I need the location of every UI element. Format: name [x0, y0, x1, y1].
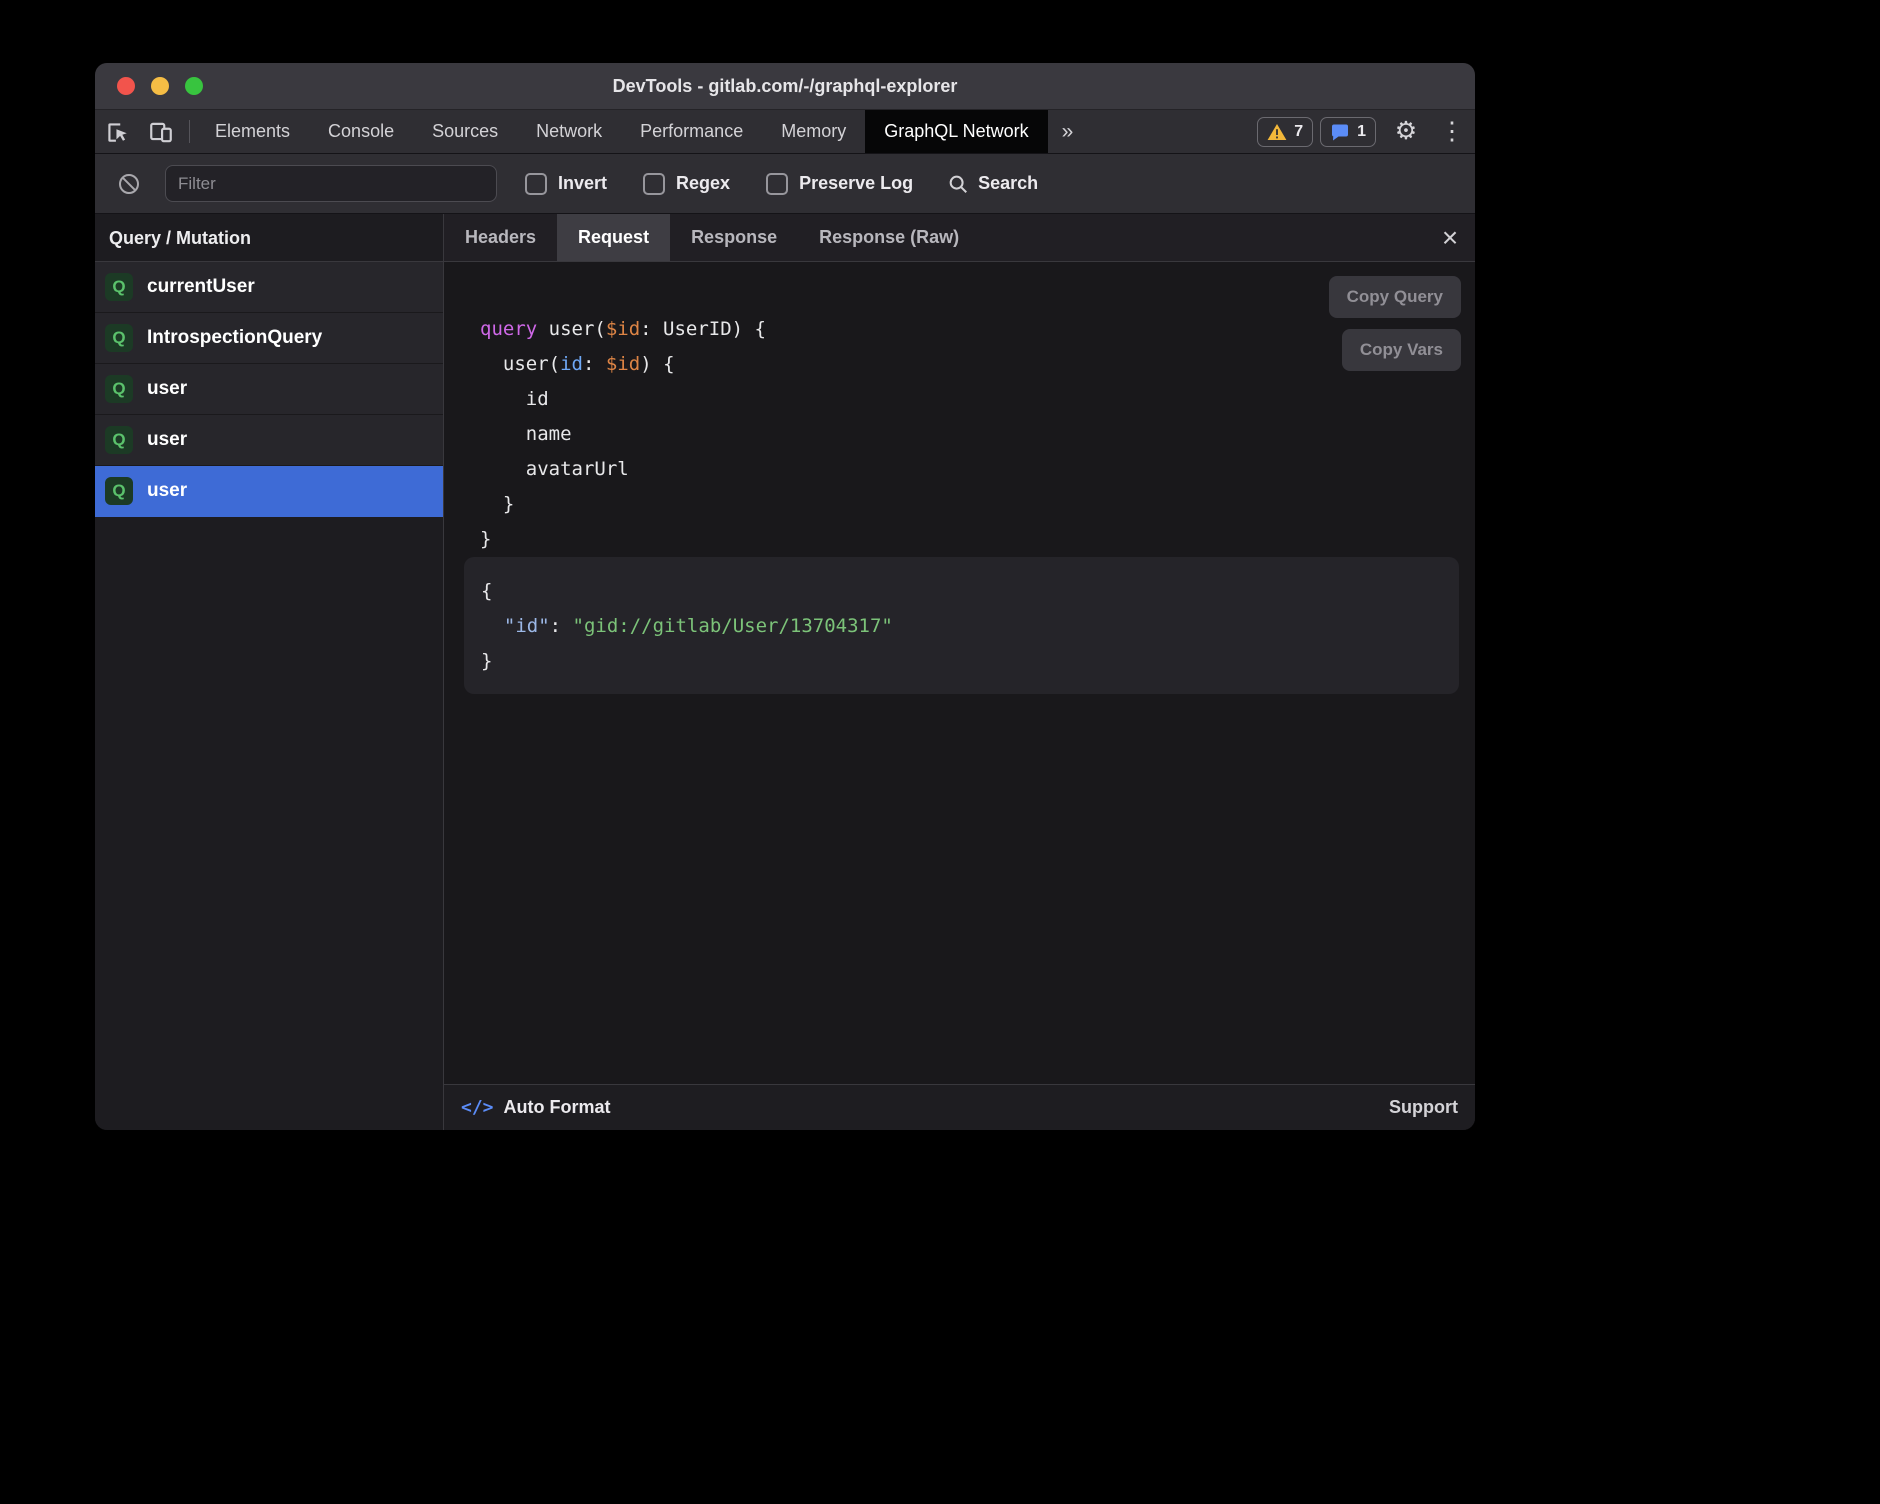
detail-tabbar: HeadersRequestResponseResponse (Raw) ×	[444, 214, 1475, 262]
warning-count: 7	[1294, 123, 1303, 141]
auto-format-label: Auto Format	[504, 1097, 611, 1118]
request-list-item[interactable]: Quser	[95, 466, 443, 517]
devtools-window: DevTools - gitlab.com/-/graphql-explorer…	[95, 63, 1475, 1130]
checkbox-label: Preserve Log	[799, 173, 913, 194]
request-list-item[interactable]: Quser	[95, 364, 443, 415]
main-tab-memory[interactable]: Memory	[762, 110, 865, 153]
main-tab-console[interactable]: Console	[309, 110, 413, 153]
titlebar: DevTools - gitlab.com/-/graphql-explorer	[95, 63, 1475, 110]
code-icon: </>	[461, 1097, 494, 1118]
request-label: user	[147, 429, 187, 451]
request-list: QcurrentUserQIntrospectionQueryQuserQuse…	[95, 262, 443, 517]
settings-gear-icon[interactable]: ⚙	[1383, 110, 1429, 153]
checkbox-preserve-log[interactable]: Preserve Log	[766, 173, 913, 195]
code-line: }	[480, 522, 1475, 557]
detail-tab-request[interactable]: Request	[557, 214, 670, 261]
code-line: avatarUrl	[480, 452, 1475, 487]
panel-split: Query / Mutation QcurrentUserQIntrospect…	[95, 214, 1475, 1130]
devtools-tabbar: ElementsConsoleSourcesNetworkPerformance…	[95, 110, 1475, 154]
auto-format-button[interactable]: </> Auto Format	[461, 1097, 611, 1118]
detail-tab-response-raw[interactable]: Response (Raw)	[798, 214, 980, 261]
query-type-badge: Q	[105, 324, 133, 352]
checkbox-invert[interactable]: Invert	[525, 173, 607, 195]
filter-options: Invert Regex Preserve Log	[525, 173, 913, 195]
code-line: name	[480, 417, 1475, 452]
detail-footer: </> Auto Format Support	[444, 1084, 1475, 1130]
checkbox-box-regex[interactable]	[643, 173, 665, 195]
checkbox-box-invert[interactable]	[525, 173, 547, 195]
main-tab-network[interactable]: Network	[517, 110, 621, 153]
code-line: "id": "gid://gitlab/User/13704317"	[481, 609, 1442, 644]
sidebar-header: Query / Mutation	[95, 214, 443, 262]
detail-panel: HeadersRequestResponseResponse (Raw) × C…	[444, 214, 1475, 1130]
search-icon	[947, 173, 969, 195]
checkbox-label: Invert	[558, 173, 607, 194]
request-list-item[interactable]: Quser	[95, 415, 443, 466]
code-line: user(id: $id) {	[480, 347, 1475, 382]
copy-query-button[interactable]: Copy Query	[1329, 276, 1461, 318]
checkbox-box-preserve-log[interactable]	[766, 173, 788, 195]
copy-vars-button[interactable]: Copy Vars	[1342, 329, 1461, 371]
warnings-badge[interactable]: 7	[1257, 117, 1313, 147]
detail-tabs: HeadersRequestResponseResponse (Raw)	[444, 214, 980, 261]
query-type-badge: Q	[105, 375, 133, 403]
code-line: {	[481, 574, 1442, 609]
main-tab-elements[interactable]: Elements	[196, 110, 309, 153]
copy-buttons: Copy Query Copy Vars	[1329, 276, 1461, 371]
support-link[interactable]: Support	[1389, 1097, 1458, 1118]
request-label: user	[147, 378, 187, 400]
detail-tab-response[interactable]: Response	[670, 214, 798, 261]
code-line: }	[480, 487, 1475, 522]
main-tab-performance[interactable]: Performance	[621, 110, 762, 153]
warning-icon	[1267, 123, 1287, 141]
network-filterbar: Invert Regex Preserve Log Search	[95, 154, 1475, 214]
traffic-lights	[117, 77, 203, 95]
issue-count: 1	[1357, 123, 1366, 141]
request-label: IntrospectionQuery	[147, 327, 322, 349]
query-type-badge: Q	[105, 477, 133, 505]
detail-tab-headers[interactable]: Headers	[444, 214, 557, 261]
minimize-window-button[interactable]	[151, 77, 169, 95]
close-detail-button[interactable]: ×	[1425, 214, 1475, 261]
chat-bubble-icon	[1330, 122, 1350, 142]
request-sidebar: Query / Mutation QcurrentUserQIntrospect…	[95, 214, 444, 1130]
main-tab-graphql-network[interactable]: GraphQL Network	[865, 110, 1047, 153]
request-detail-content: Copy Query Copy Vars query user($id: Use…	[444, 262, 1475, 1084]
inspect-element-icon[interactable]	[95, 110, 139, 153]
device-toolbar-icon[interactable]	[139, 110, 183, 153]
search-button[interactable]: Search	[947, 173, 1038, 195]
query-type-badge: Q	[105, 426, 133, 454]
query-type-badge: Q	[105, 273, 133, 301]
window-title: DevTools - gitlab.com/-/graphql-explorer	[95, 76, 1475, 97]
more-tabs-button[interactable]: »	[1048, 110, 1088, 153]
code-line: }	[481, 644, 1442, 679]
issues-badge[interactable]: 1	[1320, 117, 1376, 147]
tabbar-spacer	[1087, 110, 1257, 153]
request-label: user	[147, 480, 187, 502]
checkbox-label: Regex	[676, 173, 730, 194]
checkbox-regex[interactable]: Regex	[643, 173, 730, 195]
clear-requests-icon[interactable]	[107, 172, 151, 196]
code-line: id	[480, 382, 1475, 417]
filter-input[interactable]	[165, 165, 497, 202]
graphql-query-code: query user($id: UserID) { user(id: $id) …	[480, 312, 1475, 557]
main-tab-sources[interactable]: Sources	[413, 110, 517, 153]
request-label: currentUser	[147, 276, 255, 298]
query-variables-box: { "id": "gid://gitlab/User/13704317"}	[464, 557, 1459, 694]
code-line: query user($id: UserID) {	[480, 312, 1475, 347]
divider	[189, 120, 190, 143]
main-tabs: ElementsConsoleSourcesNetworkPerformance…	[196, 110, 1048, 153]
search-label: Search	[978, 173, 1038, 194]
close-window-button[interactable]	[117, 77, 135, 95]
fullscreen-window-button[interactable]	[185, 77, 203, 95]
request-list-item[interactable]: Q IntrospectionQuery	[95, 313, 443, 364]
request-list-item[interactable]: QcurrentUser	[95, 262, 443, 313]
query-variables-code: { "id": "gid://gitlab/User/13704317"}	[481, 574, 1442, 679]
kebab-menu-icon[interactable]: ⋮	[1429, 110, 1475, 153]
